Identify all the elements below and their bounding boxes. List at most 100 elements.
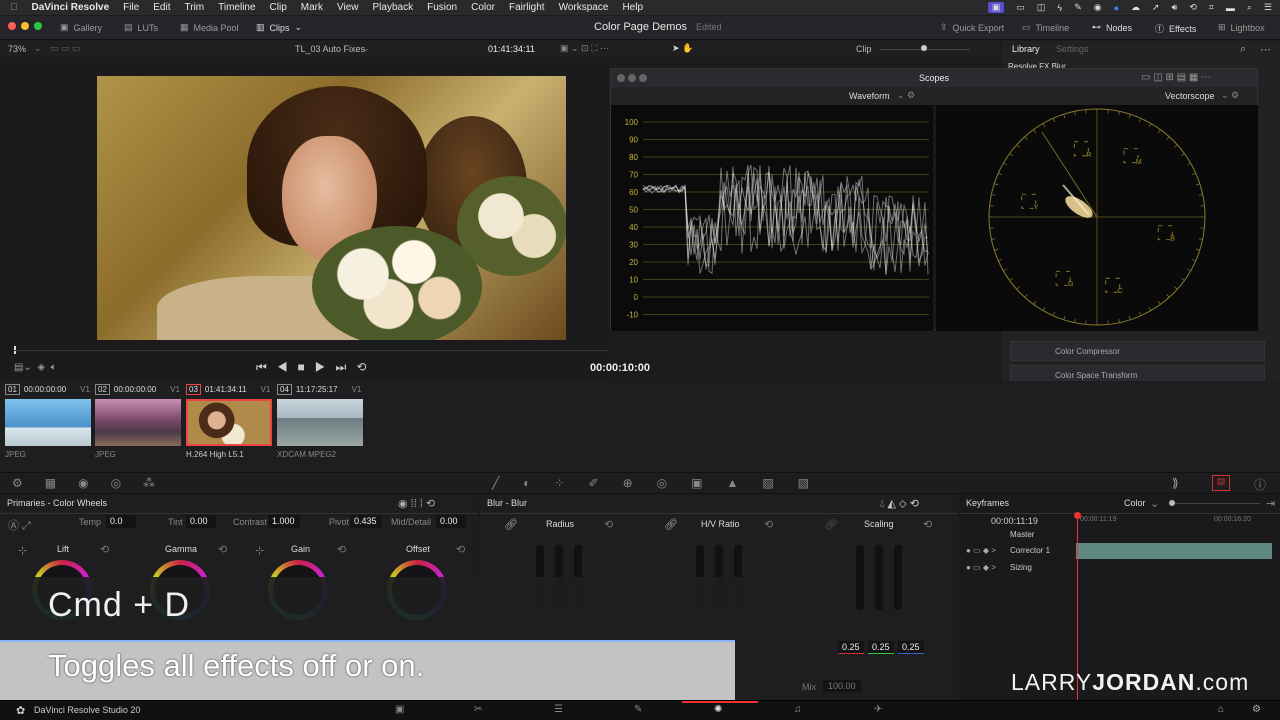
search-icon[interactable]: ⌕ — [1240, 43, 1246, 56]
menu-edit[interactable]: Edit — [153, 2, 170, 13]
menu-mark[interactable]: Mark — [301, 2, 323, 13]
menu-trim[interactable]: Trim — [185, 2, 205, 13]
menu-playback[interactable]: Playback — [373, 2, 414, 13]
viewer-options-left[interactable]: ▤⌄ ◈ 🔈︎ — [14, 362, 57, 373]
timeline-button[interactable]: ▭ Timeline — [1022, 22, 1069, 33]
loop-icon[interactable]: ⟲ — [356, 360, 376, 374]
waveform-select[interactable]: Waveform — [849, 91, 890, 101]
color-page-icon[interactable]: ✺ — [714, 704, 722, 715]
chevron-down-icon[interactable]: ⌄ — [1150, 497, 1159, 510]
scaling-red-value[interactable]: 0.25 — [838, 641, 864, 654]
scope-layout-icons[interactable]: ▭ ◫ ⊞ ▤ ▦ ⋯ — [1141, 72, 1211, 83]
scaling-blue-slider[interactable] — [894, 545, 902, 610]
scrubber-track[interactable] — [14, 350, 608, 351]
media-pool-button[interactable]: ▦ Media Pool — [180, 22, 239, 33]
layout-icon[interactable]: ▭ ▭ ▭ — [50, 43, 81, 54]
scaling-reset-icon[interactable]: ⟲ — [923, 518, 932, 531]
middetail-field[interactable]: 0.00 — [436, 515, 466, 528]
clip-mode-select[interactable]: Clip — [856, 44, 872, 54]
skip-back-icon[interactable]: ⏮ — [256, 360, 277, 374]
minimize-window-icon[interactable] — [628, 74, 637, 82]
info-icon[interactable]: ⓘ — [1254, 476, 1266, 493]
scaling-green-slider[interactable] — [875, 545, 883, 610]
effects-button[interactable]: ⓕ Effects — [1155, 22, 1196, 35]
mix-field[interactable]: 100.00 — [823, 680, 861, 692]
clip-thumbnail[interactable]: 04 11:17:25:17 V1 XDCAM MPEG2 — [277, 381, 367, 459]
vectorscope-select[interactable]: Vectorscope — [1165, 91, 1215, 101]
pointer-icon[interactable]: ➤ ✋ — [672, 43, 693, 54]
keyframe-playhead-handle[interactable] — [1074, 512, 1081, 519]
clip-thumbnail[interactable]: 01 00:00:00:00 V1 JPEG — [5, 381, 95, 459]
chevron-down-icon[interactable]: ⌄ — [362, 43, 370, 54]
zoom-window-icon[interactable] — [639, 74, 648, 82]
video-frame[interactable] — [97, 76, 566, 340]
motion-effects-icon[interactable]: ▤ — [1212, 475, 1230, 491]
grid-icon[interactable]: ⌗ — [1209, 2, 1214, 13]
gamma-reset-icon[interactable]: ⟲ — [218, 543, 227, 556]
blue-dot-icon[interactable]: ● — [1114, 3, 1119, 13]
skip-forward-icon[interactable]: ⏭ — [336, 360, 357, 374]
contrast-field[interactable]: 1.000 — [268, 515, 300, 528]
link-icon[interactable]: 🔗︎ — [504, 518, 518, 531]
circle-icon[interactable]: ◉ — [1094, 2, 1102, 13]
pivot-field[interactable]: 0.435 — [350, 515, 382, 528]
menu-view[interactable]: View — [337, 2, 359, 13]
menu-workspace[interactable]: Workspace — [559, 2, 609, 13]
chevron-down-icon[interactable]: ⌄ — [34, 43, 42, 54]
stop-icon[interactable]: ■ — [298, 360, 315, 374]
lift-picker-icon[interactable]: ⊹ — [18, 544, 27, 557]
home-icon[interactable]: ⌂ — [1218, 704, 1224, 715]
track-label-corrector[interactable]: Corrector 1 — [1010, 546, 1050, 555]
battery-icon[interactable]: ▬ — [1226, 3, 1235, 13]
display-icon[interactable]: ▭ — [1016, 2, 1025, 13]
chevron-down-icon[interactable]: ⌄ ⚙︎ — [897, 90, 915, 101]
cloud-icon[interactable]: ☁ — [1131, 2, 1140, 13]
clip-slider-handle[interactable] — [921, 45, 927, 51]
auto-balance-icon[interactable]: Ⓐ ⤢ — [8, 517, 31, 533]
gear-icon[interactable]: ⚙︎ — [1252, 704, 1261, 715]
gallery-button[interactable]: ▣ Gallery — [60, 22, 102, 33]
menu-file[interactable]: File — [123, 2, 139, 13]
track-controls[interactable]: ● ▭ ◆ > — [966, 546, 996, 555]
apple-icon[interactable]:  — [10, 2, 18, 13]
menu-fairlight[interactable]: Fairlight — [509, 2, 545, 13]
clip-thumbnail-selected[interactable]: 03 01:41:34:11 V1 H.264 High L5.1 — [186, 381, 276, 459]
gain-picker-icon[interactable]: ⊹ — [255, 544, 264, 557]
keyframe-zoom-track[interactable] — [1170, 503, 1260, 504]
luts-button[interactable]: ▤ LUTs — [124, 22, 158, 33]
cursor-icon[interactable]: ➚ — [1152, 2, 1160, 13]
track-label-sizing[interactable]: Sizing — [1010, 563, 1032, 572]
tint-field[interactable]: 0.00 — [186, 515, 216, 528]
keyframe-palette-icon[interactable]: ⟫ — [1172, 476, 1179, 490]
menu-fusion[interactable]: Fusion — [427, 2, 457, 13]
play-reverse-icon[interactable]: ◀ — [277, 360, 298, 374]
lift-reset-icon[interactable]: ⟲ — [100, 543, 109, 556]
chevron-down-icon[interactable]: ⌄ ⚙︎ — [1221, 90, 1239, 101]
zoom-select[interactable]: 73% — [8, 44, 26, 54]
zoom-window-icon[interactable] — [34, 22, 42, 30]
close-window-icon[interactable] — [617, 74, 625, 82]
scaling-green-value[interactable]: 0.25 — [868, 641, 894, 654]
menu-clip[interactable]: Clip — [270, 2, 287, 13]
keyframe-mode-select[interactable]: Color — [1124, 498, 1146, 508]
library-item-color-compressor[interactable]: Color Compressor — [1010, 341, 1265, 361]
clips-button[interactable]: ▥ Clips ⌄ — [256, 22, 302, 33]
control-center-icon[interactable]: ☰ — [1264, 2, 1272, 13]
settings-tab[interactable]: Settings — [1056, 44, 1089, 54]
menu-color[interactable]: Color — [471, 2, 495, 13]
left-palette-icons[interactable]: ⚙︎▦◉◎⁂ — [12, 476, 177, 490]
edit-page-icon[interactable]: ☰ — [554, 704, 563, 715]
gain-reset-icon[interactable]: ⟲ — [337, 543, 346, 556]
link-icon[interactable]: 🔗︎ — [664, 518, 678, 531]
viewer-timecode[interactable]: 01:41:34:11 — [488, 44, 535, 54]
deliver-page-icon[interactable]: ✈ — [874, 704, 882, 715]
screen-record-icon[interactable]: ▣ — [987, 2, 1005, 13]
keyframe-timecode[interactable]: 00:00:11:19 — [991, 516, 1038, 526]
camera-icon[interactable]: ◫ — [1037, 2, 1046, 13]
search-icon[interactable]: ⌕ — [1247, 2, 1252, 13]
speaker-icon[interactable]: 🔊︎ — [1172, 2, 1178, 13]
pen-icon[interactable]: ✎ — [1074, 2, 1082, 13]
keyframe-zoom-handle[interactable] — [1169, 500, 1175, 506]
track-controls[interactable]: ● ▭ ◆ > — [966, 563, 996, 572]
link-icon[interactable]: 🔗︎ — [824, 518, 838, 531]
